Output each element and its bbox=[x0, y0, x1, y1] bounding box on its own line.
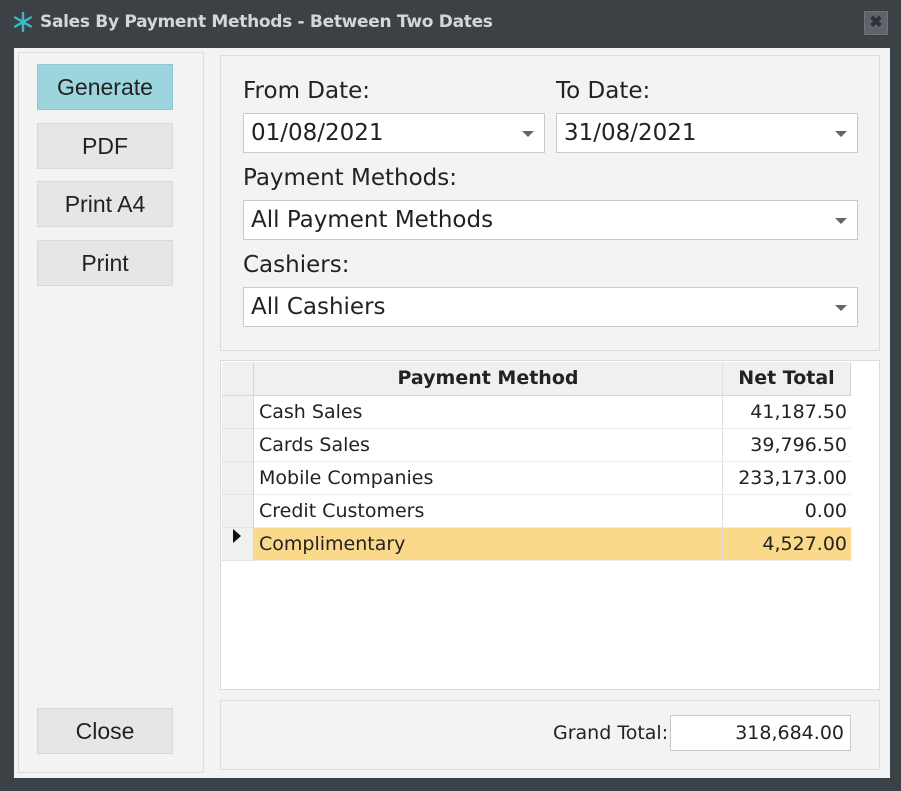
to-date-value: 31/08/2021 bbox=[564, 120, 697, 146]
row-selector[interactable] bbox=[222, 396, 254, 429]
payment-methods-label: Payment Methods: bbox=[243, 165, 457, 191]
action-panel: Generate PDF Print A4 Print Close bbox=[18, 52, 204, 773]
cashiers-value: All Cashiers bbox=[251, 294, 386, 320]
totals-panel: Grand Total: 318,684.00 bbox=[220, 700, 880, 770]
close-icon[interactable]: ✖ bbox=[864, 11, 888, 35]
window-title: Sales By Payment Methods - Between Two D… bbox=[40, 12, 493, 32]
payment-methods-dropdown[interactable]: All Payment Methods bbox=[243, 200, 858, 240]
table-cell-total[interactable]: 233,173.00 bbox=[723, 462, 851, 495]
generate-button[interactable]: Generate bbox=[37, 64, 173, 110]
table-cell-method[interactable]: Mobile Companies bbox=[254, 462, 723, 495]
to-date-dropdown[interactable]: 31/08/2021 bbox=[556, 113, 858, 153]
chevron-down-icon[interactable] bbox=[835, 305, 847, 311]
to-date-label: To Date: bbox=[556, 78, 651, 104]
report-window: Sales By Payment Methods - Between Two D… bbox=[0, 0, 901, 791]
table-cell-method[interactable]: Cards Sales bbox=[254, 429, 723, 462]
chevron-down-icon[interactable] bbox=[522, 131, 534, 137]
title-bar: Sales By Payment Methods - Between Two D… bbox=[0, 0, 901, 44]
table-cell-total-selected[interactable]: 4,527.00 bbox=[723, 528, 851, 561]
snowflake-icon bbox=[14, 11, 32, 33]
column-header-payment-method[interactable]: Payment Method bbox=[254, 362, 723, 396]
row-selector-selected[interactable] bbox=[222, 528, 254, 561]
pdf-button[interactable]: PDF bbox=[37, 123, 173, 169]
from-date-label: From Date: bbox=[243, 78, 371, 104]
cashiers-label: Cashiers: bbox=[243, 252, 350, 278]
from-date-dropdown[interactable]: 01/08/2021 bbox=[243, 113, 545, 153]
header-corner bbox=[222, 362, 254, 396]
row-pointer-icon bbox=[233, 529, 241, 543]
row-selector[interactable] bbox=[222, 495, 254, 528]
grand-total-label: Grand Total: bbox=[553, 722, 669, 744]
close-button[interactable]: Close bbox=[37, 708, 173, 754]
grand-total-field[interactable]: 318,684.00 bbox=[670, 715, 851, 751]
chevron-down-icon[interactable] bbox=[835, 218, 847, 224]
row-selector[interactable] bbox=[222, 429, 254, 462]
table-cell-method[interactable]: Credit Customers bbox=[254, 495, 723, 528]
table-cell-method-selected[interactable]: Complimentary bbox=[254, 528, 723, 561]
column-header-net-total[interactable]: Net Total bbox=[723, 362, 851, 396]
payment-methods-value: All Payment Methods bbox=[251, 207, 494, 233]
content-area: Generate PDF Print A4 Print Close From D… bbox=[14, 48, 890, 778]
print-button[interactable]: Print bbox=[37, 240, 173, 286]
table-cell-method[interactable]: Cash Sales bbox=[254, 396, 723, 429]
cashiers-dropdown[interactable]: All Cashiers bbox=[243, 287, 858, 327]
from-date-value: 01/08/2021 bbox=[251, 120, 384, 146]
chevron-down-icon[interactable] bbox=[835, 131, 847, 137]
filter-panel: From Date: 01/08/2021 To Date: 31/08/202… bbox=[220, 55, 880, 351]
results-grid: Payment Method Net Total Cash Sales 41,1… bbox=[220, 360, 880, 690]
row-selector[interactable] bbox=[222, 462, 254, 495]
table-cell-total[interactable]: 41,187.50 bbox=[723, 396, 851, 429]
print-a4-button[interactable]: Print A4 bbox=[37, 181, 173, 227]
table-cell-total[interactable]: 0.00 bbox=[723, 495, 851, 528]
table-cell-total[interactable]: 39,796.50 bbox=[723, 429, 851, 462]
